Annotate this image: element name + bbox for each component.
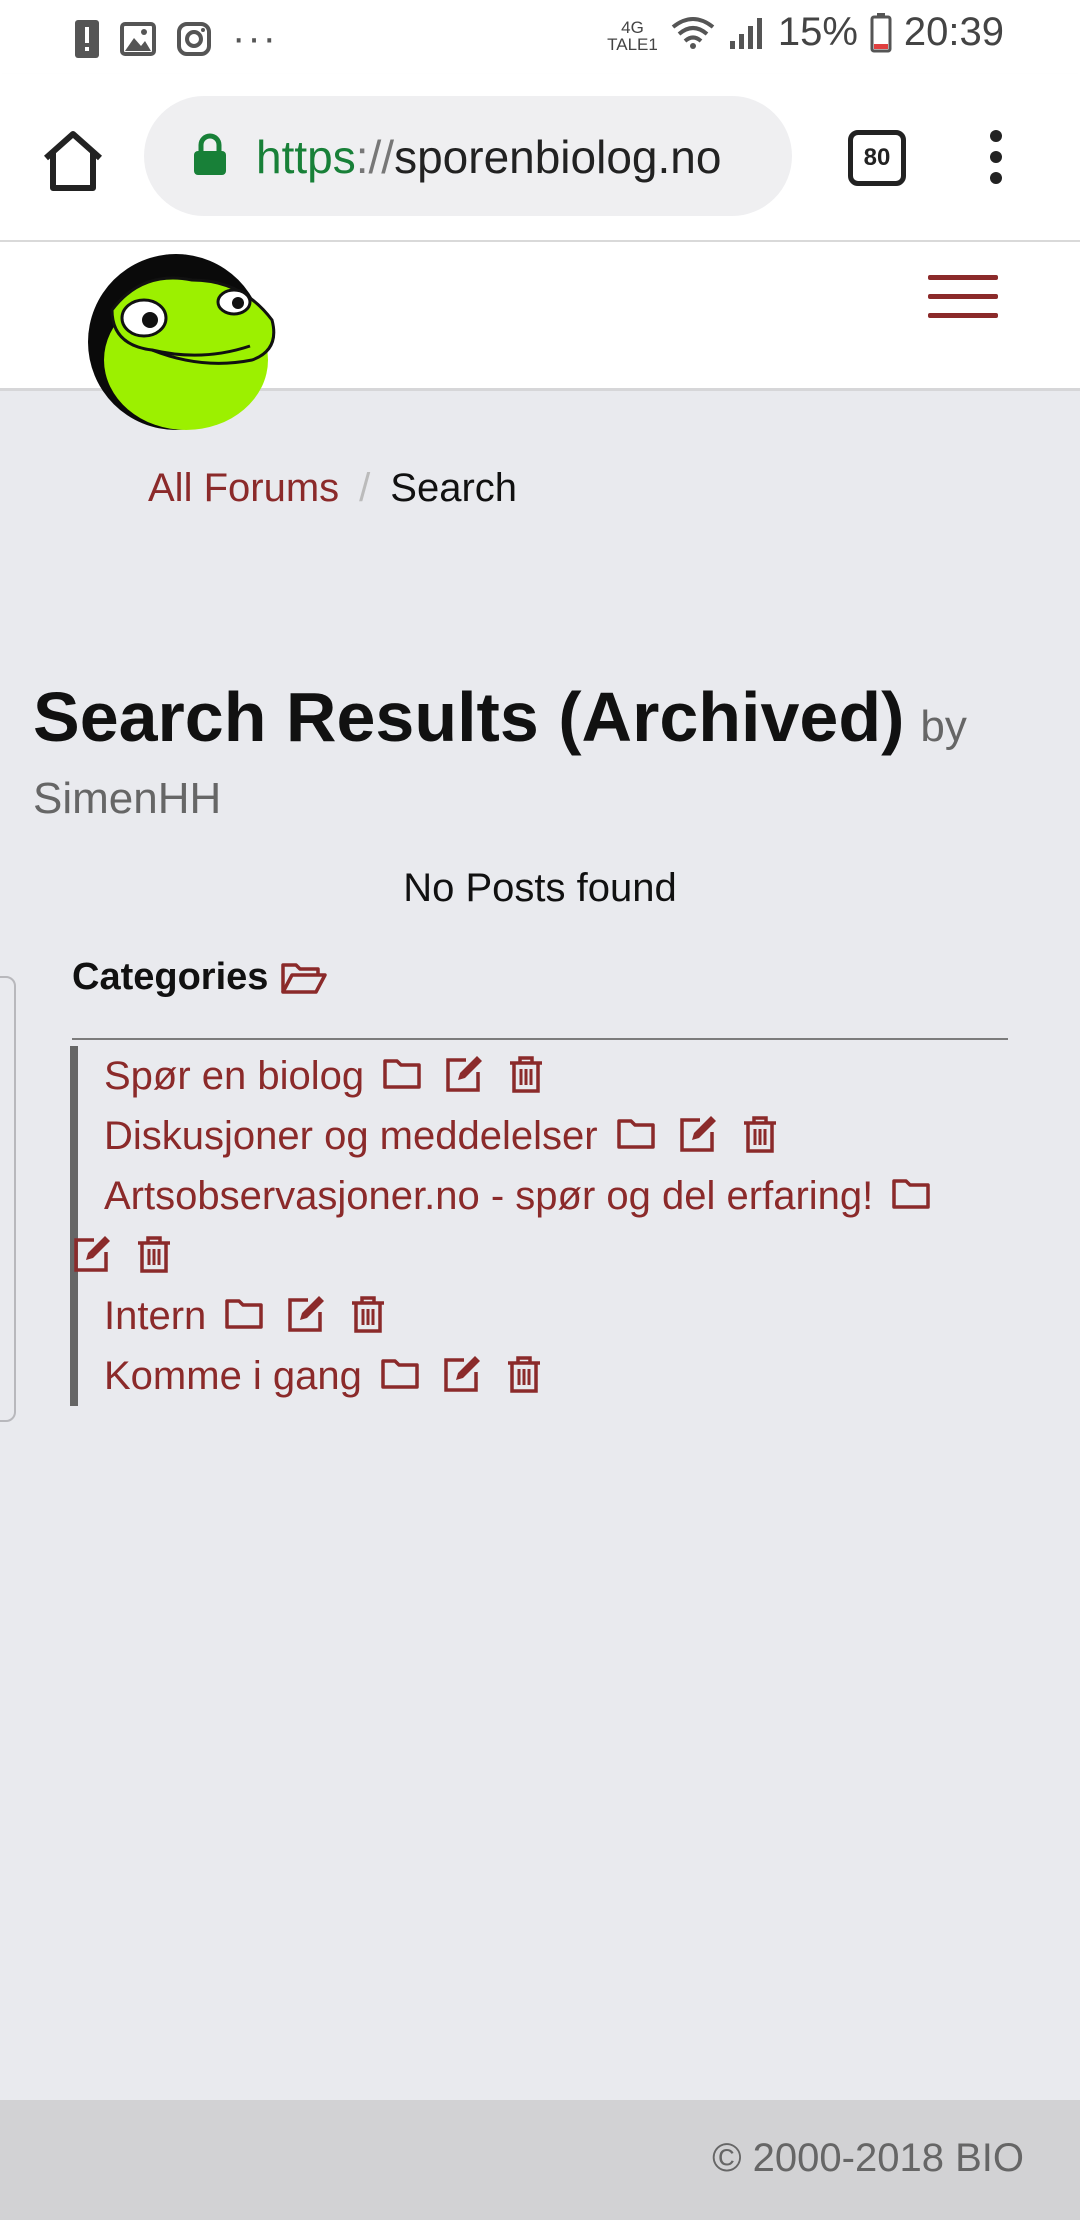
categories-divider	[72, 1038, 1008, 1040]
breadcrumb-current: Search	[390, 466, 518, 510]
battery-percent: 15%	[777, 10, 858, 54]
status-bar: ··· 4G TALE1 15% 20:39	[0, 0, 1080, 74]
empty-results-message: No Posts found	[403, 866, 677, 910]
title-by-label: by	[920, 702, 967, 751]
trash-icon[interactable]	[348, 1294, 388, 1334]
folder-icon[interactable]	[224, 1294, 264, 1334]
browser-toolbar: https://sporenbiolog.no 80	[0, 74, 1080, 242]
folder-icon[interactable]	[616, 1114, 656, 1154]
network-type: 4G TALE1	[607, 17, 658, 54]
category-item: Komme i gang	[70, 1346, 1030, 1406]
category-link[interactable]: Komme i gang	[104, 1354, 362, 1398]
signal-icon	[729, 17, 762, 49]
site-logo[interactable]	[82, 250, 282, 434]
more-notifications-icon: ···	[232, 16, 278, 60]
page-title: Search Results (Archived) by	[33, 678, 967, 756]
footer: © 2000-2018 BIO	[0, 2100, 1080, 2220]
trash-icon[interactable]	[506, 1054, 546, 1094]
breadcrumb-all-forums-link[interactable]: All Forums	[148, 466, 339, 510]
categories-heading: Categories	[72, 956, 328, 999]
edit-icon[interactable]	[286, 1294, 326, 1334]
trash-icon[interactable]	[740, 1114, 780, 1154]
tab-switcher-button[interactable]: 80	[848, 130, 906, 186]
category-item: Artsobservasjoner.no - spør og del erfar…	[70, 1166, 1030, 1286]
breadcrumb-separator: /	[359, 466, 371, 510]
copyright-text: © 2000-2018 BIO	[712, 2136, 1024, 2180]
home-icon[interactable]	[38, 126, 108, 196]
edit-icon[interactable]	[72, 1234, 112, 1274]
category-link[interactable]: Artsobservasjoner.no - spør og del erfar…	[104, 1174, 873, 1218]
gallery-notification-icon	[120, 21, 156, 56]
lock-icon	[194, 133, 226, 175]
author-name: SimenHH	[33, 774, 222, 823]
wifi-icon	[671, 16, 715, 49]
category-item: Diskusjoner og meddelelser	[70, 1106, 1030, 1166]
category-link[interactable]: Diskusjoner og meddelelser	[104, 1114, 598, 1158]
category-item: Intern	[70, 1286, 1030, 1346]
trash-icon[interactable]	[134, 1234, 174, 1274]
category-link[interactable]: Intern	[104, 1294, 206, 1338]
trash-icon[interactable]	[504, 1354, 544, 1394]
folder-open-icon[interactable]	[280, 960, 328, 996]
folder-icon[interactable]	[382, 1054, 422, 1094]
category-item: Spør en biolog	[70, 1046, 1030, 1106]
clock: 20:39	[903, 10, 1004, 54]
category-link[interactable]: Spør en biolog	[104, 1054, 364, 1098]
address-bar[interactable]: https://sporenbiolog.no	[144, 96, 792, 216]
hamburger-menu-icon[interactable]	[928, 275, 998, 325]
edit-icon[interactable]	[444, 1054, 484, 1094]
edit-icon[interactable]	[442, 1354, 482, 1394]
folder-icon[interactable]	[380, 1354, 420, 1394]
category-list: Spør en biolog Diskusjoner og meddelelse…	[70, 1046, 1030, 1406]
folder-icon[interactable]	[891, 1174, 931, 1214]
side-panel-edge[interactable]	[0, 976, 16, 1422]
url-text: https://sporenbiolog.no	[256, 131, 722, 183]
instagram-notification-icon	[177, 21, 211, 56]
breadcrumb: All Forums / Search	[148, 466, 517, 511]
edit-icon[interactable]	[678, 1114, 718, 1154]
battery-icon	[870, 12, 892, 52]
alert-notification-icon	[75, 19, 99, 58]
overflow-menu-icon[interactable]	[982, 126, 1010, 200]
